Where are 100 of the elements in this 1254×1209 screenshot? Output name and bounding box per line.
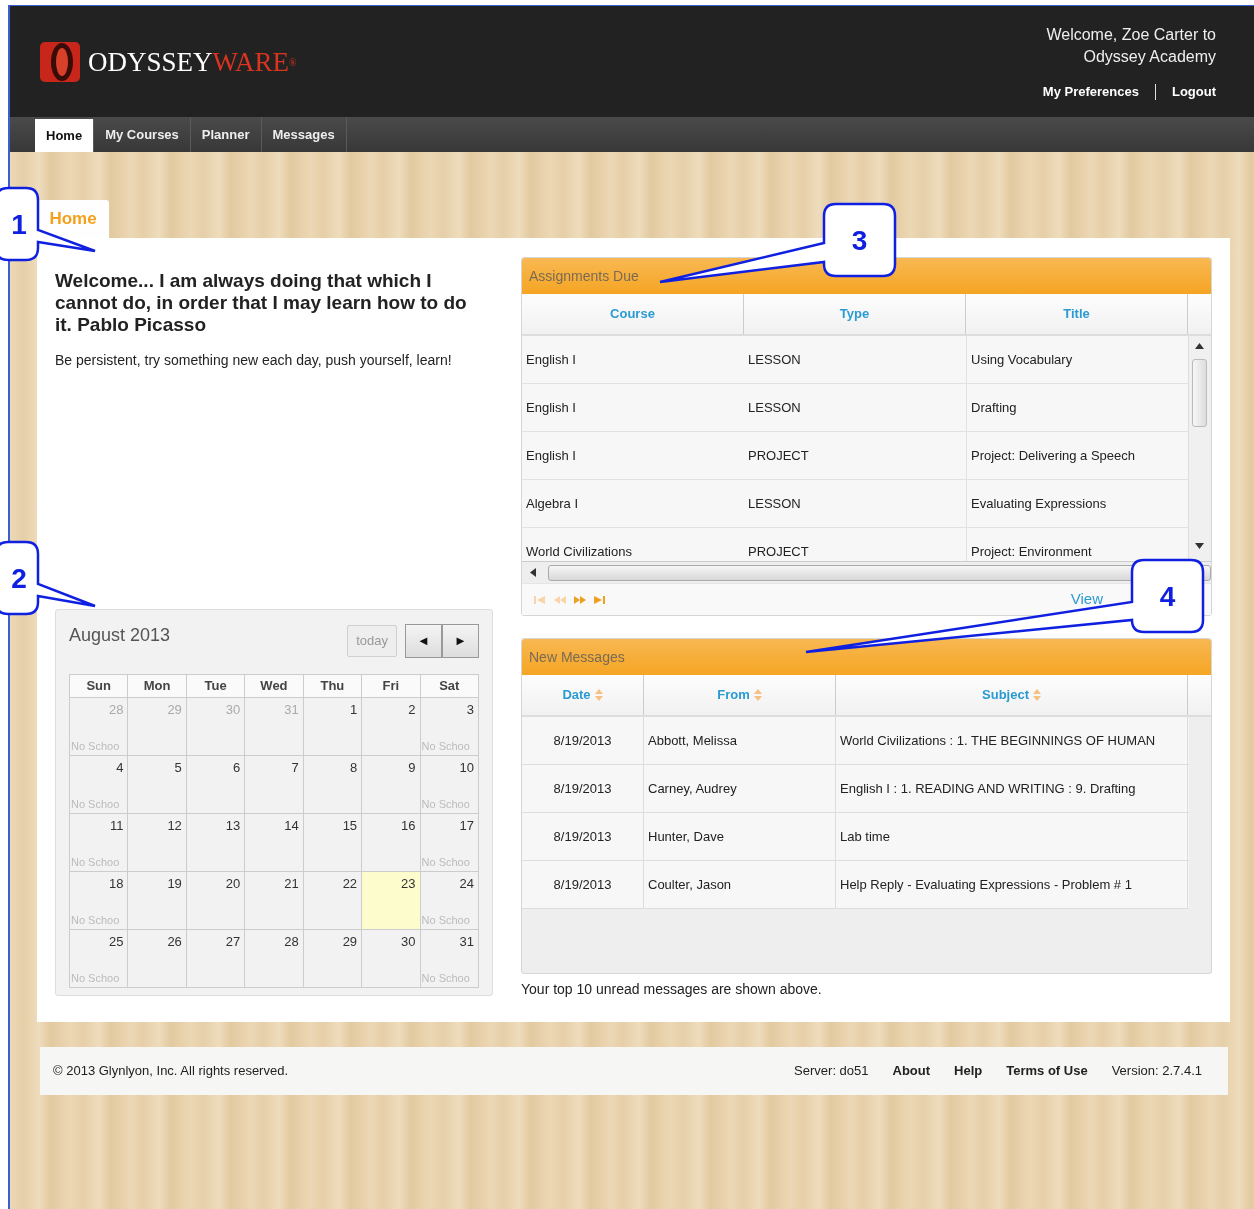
calendar-day-cell[interactable]: 7: [244, 755, 304, 813]
server-text: Server: do51: [794, 1062, 869, 1081]
day-number: 13: [225, 817, 241, 833]
calendar-day-cell[interactable]: 28: [244, 929, 304, 987]
day-number: 30: [225, 701, 241, 717]
calendar-day-cell[interactable]: 20: [186, 871, 245, 929]
calendar-title: August 2013: [69, 624, 171, 647]
day-number: 17: [459, 817, 474, 833]
weekday-header: Mon: [127, 674, 187, 697]
panel-title: New Messages: [522, 639, 1211, 675]
day-number: 21: [284, 875, 299, 891]
callout-number: 2: [11, 563, 27, 594]
calendar-day-cell[interactable]: 13: [186, 813, 245, 871]
calendar-day-cell[interactable]: 26: [127, 929, 187, 987]
table-cell: 8/19/2013: [522, 765, 644, 812]
scroll-up-icon: [1195, 343, 1204, 349]
table-cell: 8/19/2013: [522, 717, 644, 764]
scroll-thumb[interactable]: [1192, 359, 1207, 427]
calendar-day-cell[interactable]: 1: [303, 697, 362, 755]
calendar-day-cell[interactable]: 23: [361, 871, 421, 929]
calendar-day-cell[interactable]: 16: [361, 813, 421, 871]
day-number: 16: [401, 817, 416, 833]
sort-icon: [1033, 689, 1041, 701]
day-number: 25: [108, 933, 124, 949]
weekday-header: Wed: [244, 674, 304, 697]
table-cell: Abbott, Melissa: [644, 717, 836, 764]
day-number: 19: [167, 875, 182, 891]
scroll-down-icon: [1195, 543, 1204, 549]
day-number: 29: [342, 933, 358, 949]
footer-link[interactable]: About: [892, 1061, 931, 1081]
day-number: 7: [291, 759, 299, 775]
calendar-day-cell[interactable]: 2: [361, 697, 421, 755]
day-number: 28: [108, 701, 124, 717]
nav-tab[interactable]: Messages: [261, 117, 347, 152]
calendar-day-cell[interactable]: 12: [127, 813, 187, 871]
version-text: Version: 2.7.4.1: [1111, 1062, 1202, 1081]
day-number: 4: [116, 759, 124, 775]
day-number: 24: [459, 875, 474, 891]
pager-prev-icon: [554, 595, 566, 606]
calendar-day-cell[interactable]: 21: [244, 871, 304, 929]
footer-link[interactable]: Terms of Use: [1006, 1061, 1088, 1081]
table-cell: 8/19/2013: [522, 861, 644, 908]
calendar-day-cell[interactable]: 22: [303, 871, 362, 929]
callout-number: 4: [1159, 581, 1176, 612]
table-cell-text: PROJECT: [747, 446, 810, 465]
calendar-day-cell[interactable]: 14: [244, 813, 304, 871]
table-cell-text: Algebra I: [525, 494, 580, 513]
nav-tab[interactable]: My Courses: [94, 117, 191, 152]
calendar-day-cell[interactable]: 27: [186, 929, 245, 987]
day-number: 28: [284, 933, 299, 949]
calendar-day-cell[interactable]: 15: [303, 813, 362, 871]
weekday-header: Sun: [69, 674, 128, 697]
next-button[interactable]: ►: [442, 624, 479, 658]
pager-next-icon: [574, 595, 586, 606]
calendar-day-cell[interactable]: 8: [303, 755, 362, 813]
header-link[interactable]: Logout: [1171, 82, 1216, 102]
day-number: 8: [349, 759, 358, 775]
day-number: 20: [225, 875, 241, 891]
table-cell-text: English I: [525, 446, 577, 465]
nav-tab[interactable]: Planner: [190, 117, 262, 152]
calendar-day-cell[interactable]: 6: [186, 755, 245, 813]
pager-last-icon: [594, 595, 606, 606]
day-number: 2: [408, 701, 416, 717]
table-cell-text: LESSON: [747, 350, 802, 369]
calendar-day-cell[interactable]: 29: [303, 929, 362, 987]
day-number: 3: [466, 701, 474, 717]
quote-text: Welcome... I am always doing that which I cannot do, in order that I may learn how to do it. Pablo Picasso: [55, 270, 468, 336]
copyright-text: © 2013 Glynlyon, Inc. All rights reserved.: [53, 1062, 289, 1081]
footer-link[interactable]: Help: [954, 1061, 983, 1081]
table-cell-text: LESSON: [747, 398, 802, 417]
day-number: 29: [167, 701, 182, 717]
logo-text: ODYSSEYWARE$^{®}$: [88, 45, 297, 79]
welcome-text: Welcome, Zoe Carter to Odyssey Academy: [1045, 25, 1216, 67]
table-cell: Help Reply - Evaluating Expressions - Problem # 1: [836, 861, 1188, 908]
callout-number: 3: [851, 225, 868, 256]
sort-icon: [594, 689, 603, 701]
scroll-left-icon: [530, 568, 536, 577]
table-cell: 8/19/2013: [522, 813, 644, 860]
day-number: 18: [108, 875, 124, 891]
table-cell-text: English I: [525, 398, 577, 417]
day-number: 1: [349, 701, 358, 717]
nav-tab[interactable]: Home: [35, 119, 95, 152]
table-cell: Lab time: [836, 813, 1188, 860]
day-number: 30: [401, 933, 416, 949]
calendar-day-cell[interactable]: 30: [361, 929, 421, 987]
table-cell: Carney, Audrey: [644, 765, 836, 812]
previous-button[interactable]: ◄: [405, 624, 442, 658]
day-number: 26: [167, 933, 182, 949]
calendar-day-cell[interactable]: 5: [127, 755, 187, 813]
calendar-day-cell[interactable]: 9: [361, 755, 421, 813]
table-cell-text: World Civilizations: [525, 542, 633, 561]
day-number: 5: [174, 759, 182, 775]
pager-first-icon: [534, 595, 546, 606]
calendar-day-cell[interactable]: 19: [127, 871, 187, 929]
vertical-scrollbar[interactable]: [1188, 336, 1210, 561]
day-number: 23: [401, 875, 416, 891]
info-text: Your top 10 unread messages are shown above.: [521, 980, 823, 999]
header-link[interactable]: My Preferences: [1042, 82, 1139, 102]
table-cell: Hunter, Dave: [644, 813, 836, 860]
horizontal-scrollbar[interactable]: [522, 561, 1211, 583]
